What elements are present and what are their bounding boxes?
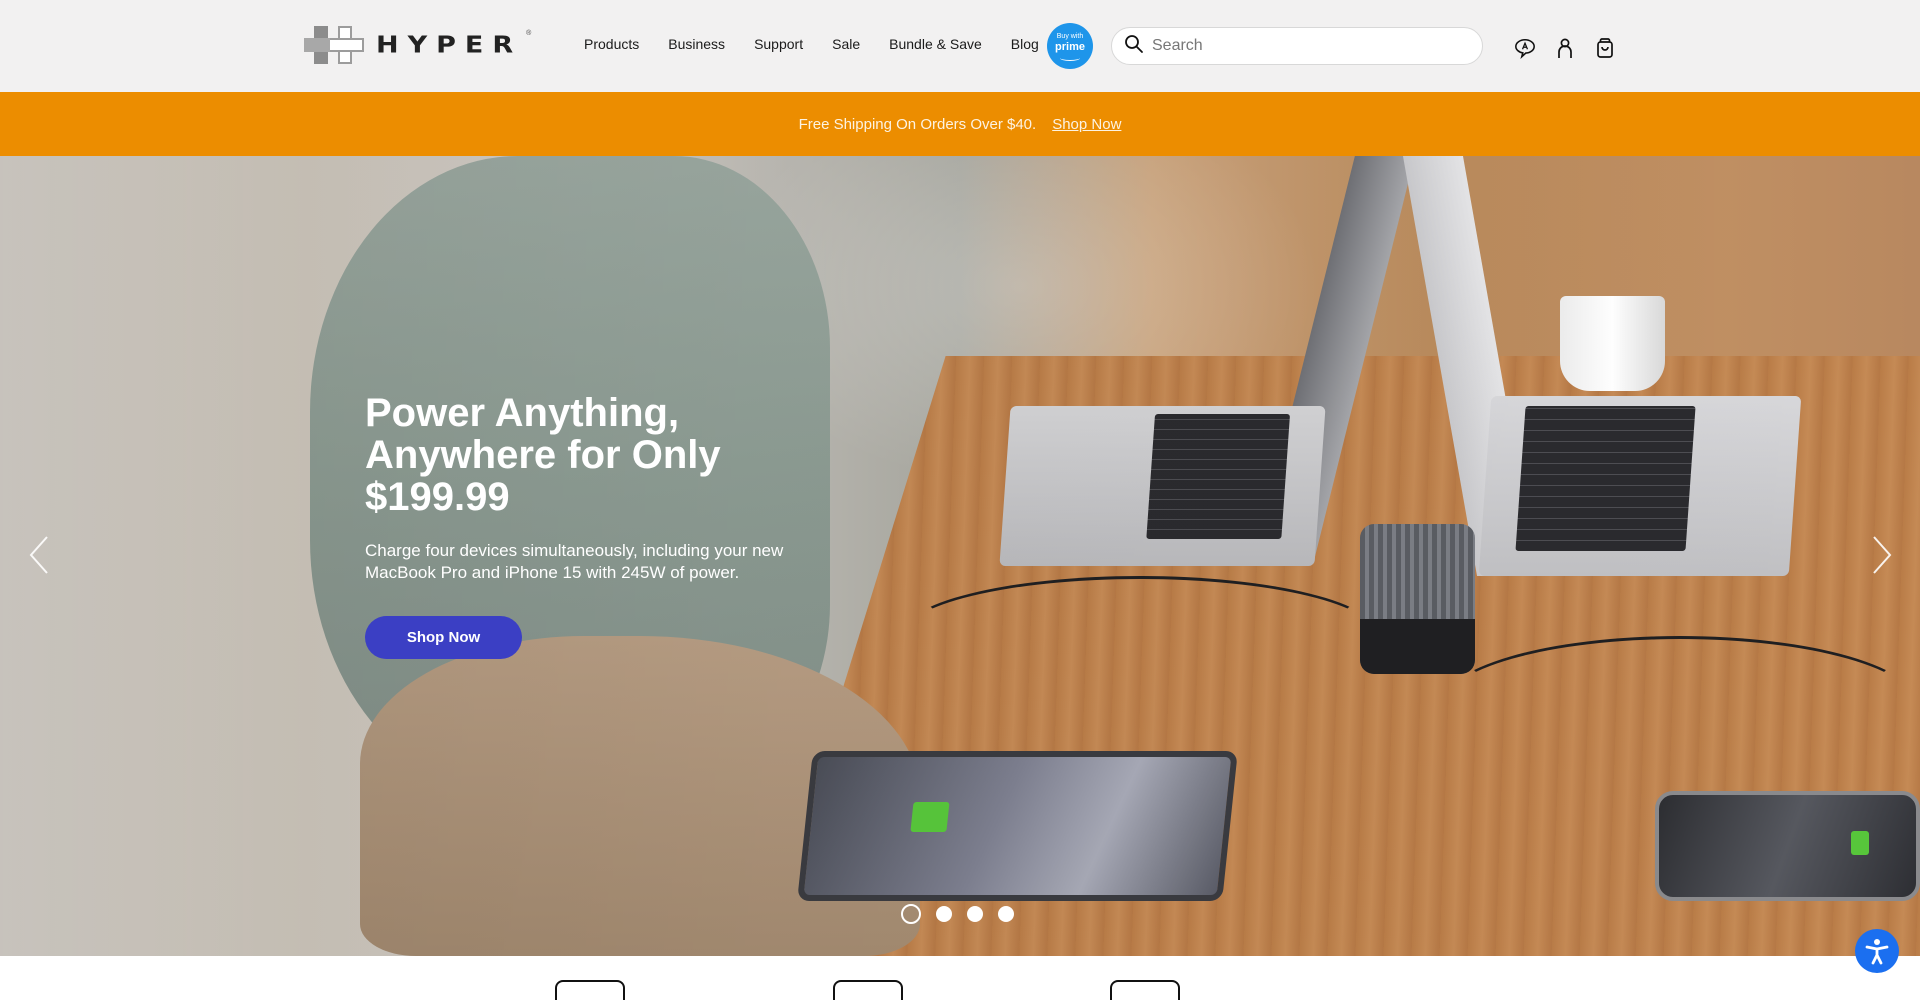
hyper-logo[interactable]: HYPER ® bbox=[304, 26, 539, 64]
chevron-left-icon[interactable] bbox=[25, 533, 55, 577]
accessibility-icon[interactable] bbox=[1855, 929, 1899, 973]
site-header: HYPER ® Products Business Support Sale B… bbox=[0, 0, 1920, 92]
chevron-right-icon[interactable] bbox=[1866, 533, 1896, 577]
carousel-dot-1[interactable] bbox=[901, 904, 921, 924]
carousel-dot-3[interactable] bbox=[967, 906, 983, 922]
account-icon[interactable] bbox=[1554, 36, 1576, 60]
carousel-dot-2[interactable] bbox=[936, 906, 952, 922]
hero-title: Power Anything, Anywhere for Only $199.9… bbox=[365, 391, 721, 519]
carousel-pagination bbox=[901, 904, 1014, 924]
feature-icon bbox=[1110, 980, 1180, 1000]
nav-item-products[interactable]: Products bbox=[584, 36, 639, 52]
header-actions bbox=[1514, 36, 1616, 60]
hero-shop-now-button[interactable]: Shop Now bbox=[365, 616, 522, 659]
nav-item-blog[interactable]: Blog bbox=[1011, 36, 1039, 52]
search-icon bbox=[1124, 34, 1144, 59]
registered-mark: ® bbox=[526, 29, 532, 37]
nav-item-bundle-save[interactable]: Bundle & Save bbox=[889, 36, 982, 52]
feature-icon bbox=[833, 980, 903, 1000]
chat-support-icon[interactable] bbox=[1514, 36, 1536, 60]
hero-carousel: Power Anything, Anywhere for Only $199.9… bbox=[0, 156, 1920, 956]
hero-copy: Power Anything, Anywhere for Only $199.9… bbox=[365, 392, 835, 584]
prime-badge-bottom: prime bbox=[1055, 41, 1085, 53]
hero-subtitle: Charge four devices simultaneously, incl… bbox=[365, 541, 784, 582]
carousel-dot-4[interactable] bbox=[998, 906, 1014, 922]
prime-badge-top: Buy with bbox=[1056, 33, 1084, 40]
search-box[interactable] bbox=[1111, 27, 1483, 65]
hyper-cross-logo-icon bbox=[304, 26, 364, 64]
buy-with-prime-badge[interactable]: Buy with prime bbox=[1047, 23, 1093, 69]
nav-item-support[interactable]: Support bbox=[754, 36, 803, 52]
feature-icons-strip bbox=[0, 956, 1920, 1000]
logo-wordmark: HYPER bbox=[376, 31, 523, 59]
feature-icon bbox=[555, 980, 625, 1000]
shopping-bag-icon[interactable] bbox=[1594, 36, 1616, 60]
amazon-smile-icon bbox=[1060, 55, 1080, 61]
promo-banner: Free Shipping On Orders Over $40. Shop N… bbox=[0, 92, 1920, 156]
search-input[interactable] bbox=[1152, 37, 1452, 55]
promo-shop-now-link[interactable]: Shop Now bbox=[1052, 116, 1121, 133]
promo-message: Free Shipping On Orders Over $40. bbox=[798, 115, 1037, 133]
main-nav: Products Business Support Sale Bundle & … bbox=[584, 36, 1068, 52]
nav-item-sale[interactable]: Sale bbox=[832, 36, 860, 52]
nav-item-business[interactable]: Business bbox=[668, 36, 725, 52]
